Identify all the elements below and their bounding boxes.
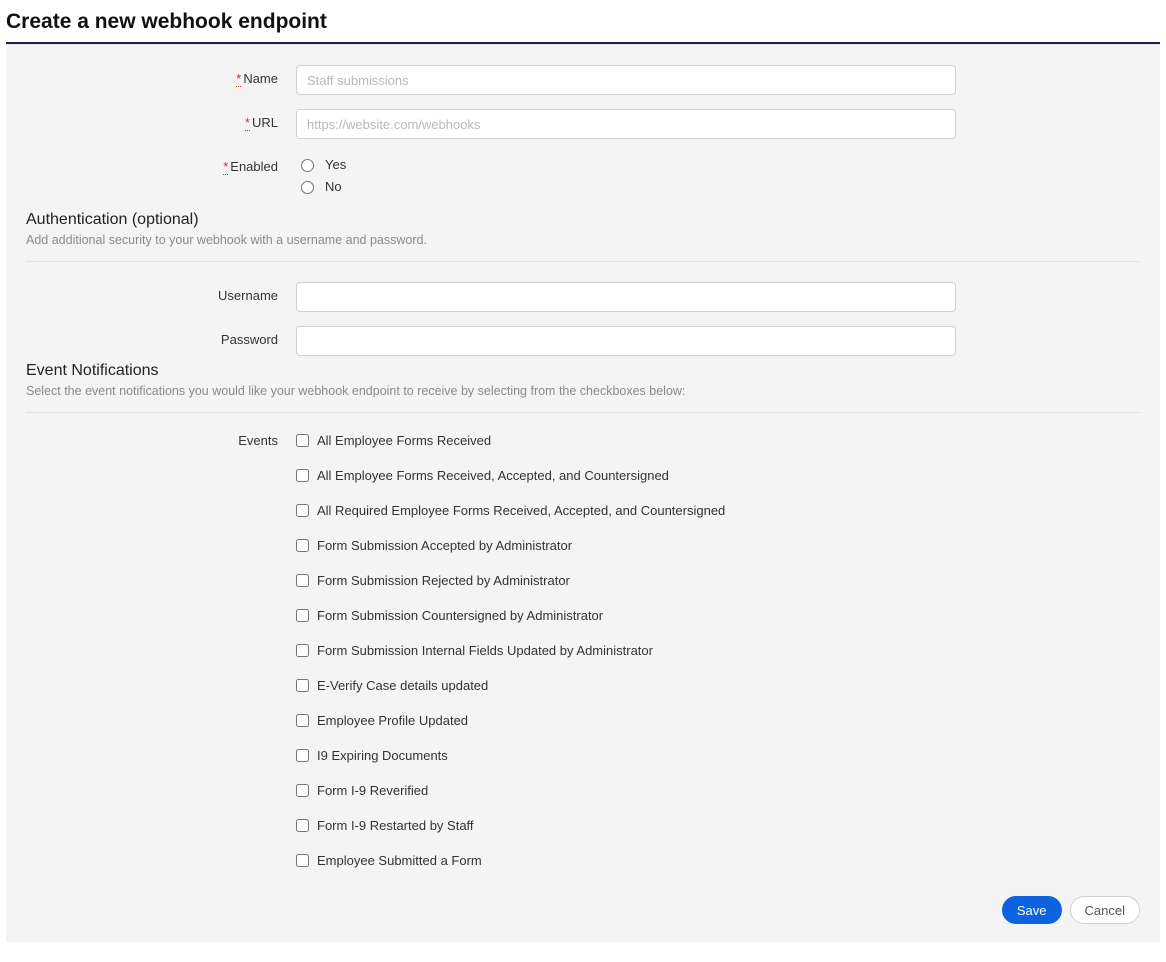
event-label: Form I-9 Reverified xyxy=(317,783,428,798)
label-enabled: *Enabled xyxy=(26,153,296,174)
url-input[interactable] xyxy=(296,109,956,139)
events-divider xyxy=(26,412,1140,413)
row-username: Username xyxy=(26,282,1140,312)
row-password: Password xyxy=(26,326,1140,356)
enabled-no-radio[interactable] xyxy=(301,181,314,194)
label-enabled-text: Enabled xyxy=(230,159,278,174)
event-checkbox[interactable] xyxy=(296,469,309,482)
password-input[interactable] xyxy=(296,326,956,356)
event-label: All Employee Forms Received xyxy=(317,433,491,448)
event-checkbox[interactable] xyxy=(296,784,309,797)
event-label: All Required Employee Forms Received, Ac… xyxy=(317,503,725,518)
row-enabled: *Enabled Yes No xyxy=(26,153,1140,197)
event-label: Employee Profile Updated xyxy=(317,713,468,728)
event-row: Form I-9 Restarted by Staff xyxy=(296,818,956,833)
event-row: Form Submission Internal Fields Updated … xyxy=(296,643,956,658)
event-label: Form Submission Rejected by Administrato… xyxy=(317,573,570,588)
event-row: Form Submission Accepted by Administrato… xyxy=(296,538,956,553)
event-label: Form I-9 Restarted by Staff xyxy=(317,818,474,833)
event-checkbox[interactable] xyxy=(296,714,309,727)
event-row: All Employee Forms Received xyxy=(296,433,956,448)
row-name: *Name xyxy=(26,65,1140,95)
label-events-text: Events xyxy=(238,433,278,448)
form-footer: Save Cancel xyxy=(26,868,1140,924)
event-checkbox[interactable] xyxy=(296,679,309,692)
event-checkbox[interactable] xyxy=(296,854,309,867)
event-row: All Employee Forms Received, Accepted, a… xyxy=(296,468,956,483)
username-input[interactable] xyxy=(296,282,956,312)
name-input[interactable] xyxy=(296,65,956,95)
enabled-no-label: No xyxy=(325,179,342,194)
events-subtext: Select the event notifications you would… xyxy=(26,384,1140,398)
event-checkbox[interactable] xyxy=(296,644,309,657)
events-heading: Event Notifications xyxy=(26,362,1140,380)
event-checkbox[interactable] xyxy=(296,609,309,622)
required-marker: * xyxy=(223,159,228,175)
label-name: *Name xyxy=(26,65,296,86)
label-name-text: Name xyxy=(243,71,278,86)
event-label: I9 Expiring Documents xyxy=(317,748,448,763)
enabled-yes-label: Yes xyxy=(325,157,346,172)
label-url-text: URL xyxy=(252,115,278,130)
event-label: E-Verify Case details updated xyxy=(317,678,488,693)
events-list: All Employee Forms Received All Employee … xyxy=(296,433,956,868)
event-checkbox[interactable] xyxy=(296,504,309,517)
event-row: Form Submission Rejected by Administrato… xyxy=(296,573,956,588)
event-row: Employee Submitted a Form xyxy=(296,853,956,868)
auth-subtext: Add additional security to your webhook … xyxy=(26,233,1140,247)
event-checkbox[interactable] xyxy=(296,749,309,762)
label-events: Events xyxy=(26,433,296,448)
event-label: Form Submission Countersigned by Adminis… xyxy=(317,608,603,623)
required-marker: * xyxy=(245,115,250,131)
event-label: Form Submission Internal Fields Updated … xyxy=(317,643,653,658)
event-label: Form Submission Accepted by Administrato… xyxy=(317,538,572,553)
event-checkbox[interactable] xyxy=(296,574,309,587)
event-checkbox[interactable] xyxy=(296,434,309,447)
row-url: *URL xyxy=(26,109,1140,139)
label-url: *URL xyxy=(26,109,296,130)
label-username-text: Username xyxy=(218,288,278,303)
row-events: Events All Employee Forms ReceivedAll Em… xyxy=(26,433,1140,868)
cancel-button[interactable]: Cancel xyxy=(1070,896,1140,924)
event-checkbox[interactable] xyxy=(296,539,309,552)
page-title: Create a new webhook endpoint xyxy=(6,10,1160,34)
event-row: Form Submission Countersigned by Adminis… xyxy=(296,608,956,623)
label-password: Password xyxy=(26,326,296,347)
enabled-yes-radio[interactable] xyxy=(301,159,314,172)
event-row: Form I-9 Reverified xyxy=(296,783,956,798)
label-password-text: Password xyxy=(221,332,278,347)
auth-divider xyxy=(26,261,1140,262)
form-panel: *Name *URL *Enabled Yes xyxy=(6,44,1160,942)
save-button[interactable]: Save xyxy=(1002,896,1062,924)
event-row: All Required Employee Forms Received, Ac… xyxy=(296,503,956,518)
required-marker: * xyxy=(236,71,241,87)
event-row: E-Verify Case details updated xyxy=(296,678,956,693)
auth-heading: Authentication (optional) xyxy=(26,211,1140,229)
event-row: Employee Profile Updated xyxy=(296,713,956,728)
event-label: Employee Submitted a Form xyxy=(317,853,482,868)
event-row: I9 Expiring Documents xyxy=(296,748,956,763)
event-checkbox[interactable] xyxy=(296,819,309,832)
event-label: All Employee Forms Received, Accepted, a… xyxy=(317,468,669,483)
label-username: Username xyxy=(26,282,296,303)
